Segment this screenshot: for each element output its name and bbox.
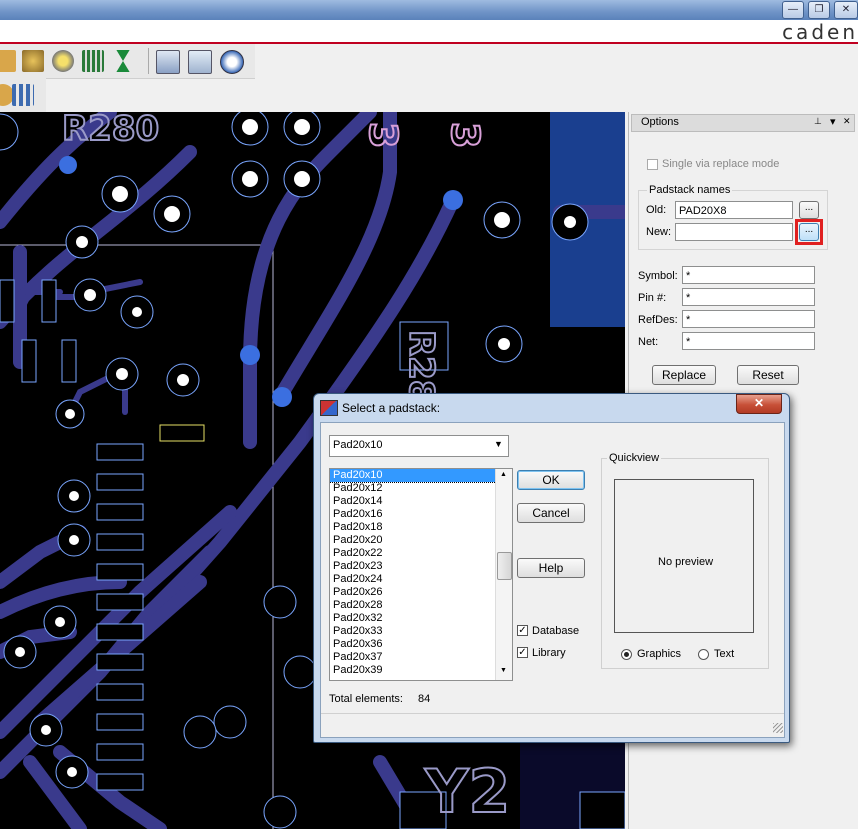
brush-icon[interactable] <box>22 50 44 72</box>
panel-menu-icon[interactable]: ▾ <box>830 115 836 128</box>
refdes-y2: Y2 <box>424 757 510 827</box>
scroll-up-icon[interactable]: ▲ <box>500 471 507 478</box>
options-header: Options ⊥ ▾ ✕ <box>631 114 855 132</box>
grid-toggle-icon[interactable] <box>12 84 34 106</box>
single-via-label: Single via replace mode <box>662 158 780 170</box>
net-field[interactable]: * <box>682 332 815 350</box>
padstack-list-item[interactable]: Pad20x32 <box>330 612 512 625</box>
combo-value: Pad20x10 <box>333 439 383 451</box>
old-label: Old: <box>646 204 667 216</box>
padstack-list-item[interactable]: Pad20x14 <box>330 495 512 508</box>
preview-box: No preview <box>614 479 754 633</box>
padstack-list-item[interactable]: Pad20x26 <box>330 586 512 599</box>
columns-icon[interactable] <box>82 50 104 72</box>
replace-button[interactable]: Replace <box>652 365 716 385</box>
dialog-title: Select a padstack: <box>342 401 441 415</box>
database-label: Database <box>532 625 580 637</box>
light-icon[interactable] <box>52 50 74 72</box>
padstack-list-item[interactable]: Pad20x33 <box>330 625 512 638</box>
reset-button[interactable]: Reset <box>737 365 799 385</box>
scroll-thumb[interactable] <box>497 552 512 580</box>
library-label: Library <box>532 647 566 659</box>
pin-number-label: Pin #: <box>638 292 667 304</box>
padstack-list-item[interactable]: Pad20x22 <box>330 547 512 560</box>
help-icon[interactable] <box>220 50 244 74</box>
status-divider <box>321 713 784 714</box>
pin-icon[interactable]: ⊥ <box>814 116 822 127</box>
old-padstack-field[interactable]: PAD20X8 <box>675 201 793 219</box>
toolbar-background <box>255 44 858 112</box>
old-browse-button[interactable]: ... <box>799 201 819 219</box>
padstack-names-label: Padstack names <box>647 184 733 196</box>
padstack-list-item[interactable]: Pad20x10 <box>330 469 512 483</box>
symbol-field[interactable]: * <box>682 266 815 284</box>
pin-number-field[interactable]: * <box>682 288 815 306</box>
single-via-checkbox[interactable] <box>647 159 658 170</box>
help-button[interactable]: Help <box>517 558 585 578</box>
dialog-body: Pad20x10 ▼ Pad20x10 Pad20x12 Pad20x14 Pad20… <box>320 422 785 738</box>
dialog-app-icon <box>320 400 338 416</box>
radio-dot <box>624 652 629 657</box>
ok-button[interactable]: OK <box>517 470 585 490</box>
padstack-list-item[interactable]: Pad20x36 <box>330 638 512 651</box>
net-label: Net: <box>638 336 659 348</box>
cancel-button[interactable]: Cancel <box>517 503 585 523</box>
padstack-list-item[interactable]: Pad20x39 <box>330 664 512 677</box>
refdes-field[interactable]: * <box>682 310 815 328</box>
grid-icon[interactable] <box>0 50 16 72</box>
list-scrollbar[interactable]: ▲ ▼ <box>495 469 512 680</box>
new-padstack-field[interactable] <box>675 223 793 241</box>
quickview-label: Quickview <box>607 452 662 464</box>
hourglass-icon[interactable] <box>116 50 130 72</box>
brand-logo: caden <box>782 20 858 44</box>
panel-close-icon[interactable]: ✕ <box>843 116 851 127</box>
toolbar-divider <box>148 48 149 74</box>
close-window-button[interactable]: ✕ <box>834 1 858 19</box>
padstack-list-items: Pad20x10 Pad20x12 Pad20x14 Pad20x16 Pad20x18… <box>330 469 512 677</box>
padstack-list-item[interactable]: Pad20x18 <box>330 521 512 534</box>
scroll-down-icon[interactable]: ▼ <box>500 667 507 674</box>
refdes-3a: 3 <box>361 122 405 148</box>
main-toolbar <box>0 44 255 79</box>
padstack-list-item[interactable]: Pad20x16 <box>330 508 512 521</box>
selected-pad-outline <box>159 424 205 442</box>
padstack-list[interactable]: Pad20x10 Pad20x12 Pad20x14 Pad20x16 Pad20x18… <box>329 468 513 681</box>
refdes-label: RefDes: <box>638 314 678 326</box>
new-browse-button[interactable]: ... <box>799 223 819 241</box>
brand-bar: caden <box>0 20 858 44</box>
title-bar: — ❐ ✕ <box>0 0 858 20</box>
padstack-list-item[interactable]: Pad20x12 <box>330 482 512 495</box>
graphics-radio[interactable] <box>621 649 632 660</box>
windows-icon[interactable] <box>156 50 180 74</box>
padstack-list-item[interactable]: Pad20x28 <box>330 599 512 612</box>
refdes-3b: 3 <box>443 122 487 148</box>
new-label: New: <box>646 226 672 238</box>
dialog-close-button[interactable]: ✕ <box>736 394 782 414</box>
padstack-list-item[interactable]: Pad20x20 <box>330 534 512 547</box>
total-elements-value: 84 <box>418 693 431 705</box>
restore-button[interactable]: ❐ <box>808 1 830 19</box>
chevron-down-icon[interactable]: ▼ <box>494 439 503 449</box>
no-preview-text: No preview <box>658 556 714 568</box>
minimize-button[interactable]: — <box>782 1 804 19</box>
text-label: Text <box>714 648 735 660</box>
secondary-toolbar <box>0 78 46 112</box>
database-checkbox[interactable]: ✓ <box>517 625 528 636</box>
options-title: Options <box>641 116 679 128</box>
select-padstack-dialog: Select a padstack: ✕ Pad20x10 ▼ Pad20x10… <box>313 393 790 743</box>
padstack-list-item[interactable]: Pad20x37 <box>330 651 512 664</box>
resize-grip[interactable] <box>773 723 783 733</box>
refdes-r280: R280 <box>62 112 159 149</box>
padstack-combo[interactable]: Pad20x10 ▼ <box>329 435 509 457</box>
graphics-label: Graphics <box>637 648 682 660</box>
library-checkbox[interactable]: ✓ <box>517 647 528 658</box>
mail-icon[interactable] <box>188 50 212 74</box>
symbol-label: Symbol: <box>638 270 678 282</box>
padstack-list-item[interactable]: Pad20x23 <box>330 560 512 573</box>
total-elements-label: Total elements: <box>329 693 403 705</box>
text-radio[interactable] <box>698 649 709 660</box>
padstack-list-item[interactable]: Pad20x24 <box>330 573 512 586</box>
